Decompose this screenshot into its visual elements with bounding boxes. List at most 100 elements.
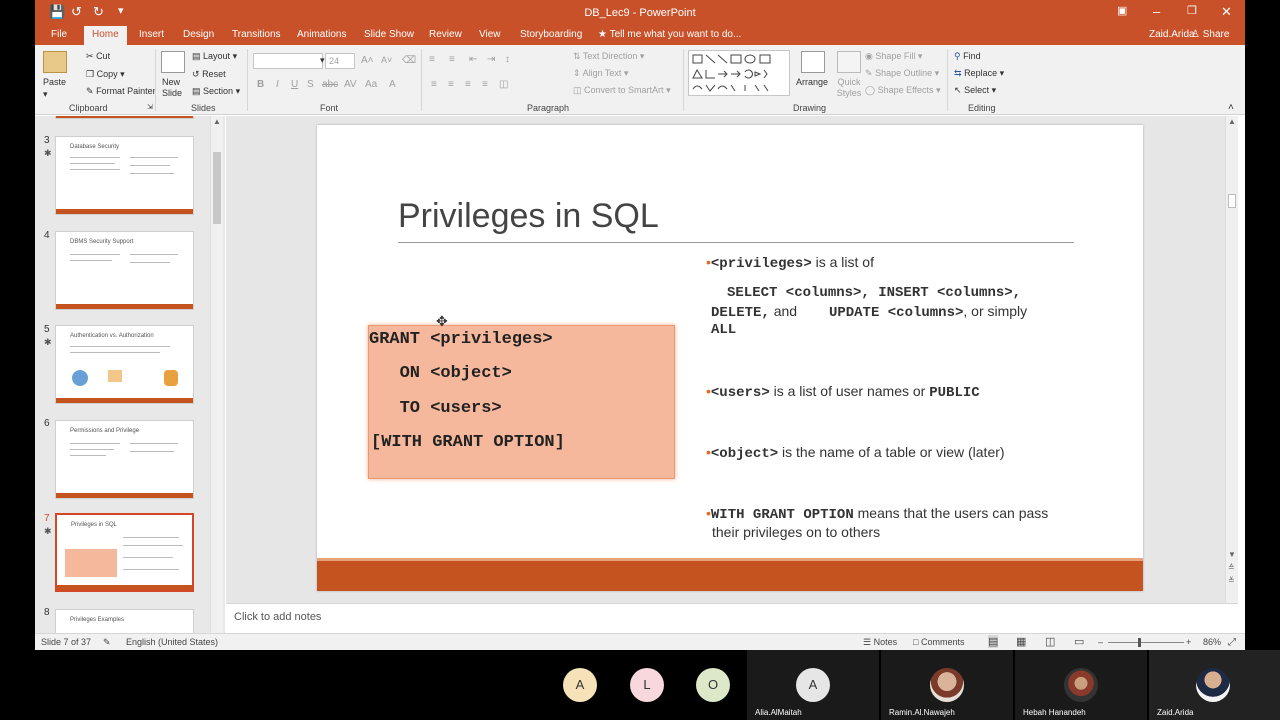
numbering-icon[interactable]: ≡ [449, 54, 455, 65]
paste-button[interactable]: Paste [43, 77, 66, 87]
share-button[interactable]: ♙ Share [1191, 29, 1229, 40]
participant-tile[interactable]: Hebah Hanandeh [1015, 650, 1147, 720]
fit-slide-icon[interactable]: ⤢ [1228, 637, 1236, 648]
align-center-icon[interactable]: ≡ [448, 79, 454, 90]
normal-view-icon[interactable]: ▤ [988, 635, 999, 648]
notes-toggle[interactable]: ☰ Notes [863, 637, 897, 648]
align-right-icon[interactable]: ≡ [465, 79, 471, 90]
tab-view[interactable]: View [479, 29, 501, 40]
arrange-icon[interactable] [801, 51, 825, 73]
find-button[interactable]: ⚲ Find [954, 51, 981, 62]
underline-icon[interactable]: U [291, 79, 298, 90]
tab-animations[interactable]: Animations [297, 29, 346, 40]
shape-outline-button[interactable]: ✎ Shape Outline ▾ [865, 68, 939, 79]
slide-thumbnail-5[interactable]: Authentication vs. Authorization [55, 325, 194, 404]
tab-storyboarding[interactable]: Storyboarding [520, 29, 582, 40]
collapse-ribbon-icon[interactable]: ˄ [1228, 102, 1234, 113]
zoom-slider-thumb[interactable] [1138, 638, 1141, 647]
participant-avatar[interactable]: A [563, 668, 597, 702]
cut-button[interactable]: ✂ Cut [86, 51, 110, 62]
new-slide-icon[interactable] [161, 51, 185, 73]
tab-insert[interactable]: Insert [139, 29, 164, 40]
text-direction-button[interactable]: ⇅ Text Direction ▾ [573, 51, 644, 62]
new-slide-button[interactable]: New Slide [162, 77, 192, 99]
section-button[interactable]: ▤ Section ▾ [192, 86, 240, 97]
tab-design[interactable]: Design [183, 29, 214, 40]
tab-home[interactable]: Home [84, 26, 127, 45]
align-text-button[interactable]: ⇕ Align Text ▾ [573, 68, 628, 79]
format-painter-button[interactable]: ✎ Format Painter [86, 86, 156, 97]
slide-sorter-icon[interactable]: ▦ [1016, 635, 1026, 648]
tab-slide-show[interactable]: Slide Show [364, 29, 414, 40]
slide-thumbnail-4[interactable]: DBMS Security Support [55, 231, 194, 310]
justify-icon[interactable]: ≡ [482, 79, 488, 90]
shape-effects-button[interactable]: ◯ Shape Effects ▾ [865, 85, 941, 96]
comments-toggle[interactable]: □ Comments [913, 637, 964, 647]
restore-icon[interactable]: ❐ [1187, 4, 1197, 17]
decrease-indent-icon[interactable]: ⇤ [469, 54, 477, 65]
paste-icon[interactable] [43, 51, 67, 73]
arrange-button[interactable]: Arrange [796, 77, 828, 87]
bold-icon[interactable]: B [257, 79, 264, 90]
align-left-icon[interactable]: ≡ [431, 79, 437, 90]
tab-file[interactable]: File [51, 29, 67, 40]
char-spacing-icon[interactable]: AV [344, 79, 357, 90]
zoom-in-icon[interactable]: + [1186, 637, 1191, 647]
slide-thumbnail-8[interactable]: Privileges Examples [55, 609, 194, 633]
copy-button[interactable]: ❐ Copy ▾ [86, 69, 125, 80]
minimize-icon[interactable]: – [1153, 4, 1160, 19]
zoom-slider[interactable] [1108, 642, 1184, 643]
scroll-down-icon[interactable]: ▼ [1228, 550, 1236, 559]
zoom-out-icon[interactable]: – [1098, 637, 1103, 647]
reset-button[interactable]: ↺ Reset [192, 69, 226, 80]
canvas-scrollbar[interactable]: ▲ ▼ ≙ ≚ [1225, 116, 1238, 603]
slide-thumbnail-6[interactable]: Permissions and Privilege [55, 420, 194, 499]
scrollbar-thumb[interactable] [213, 152, 221, 224]
previous-slide-icon[interactable]: ≙ [1228, 563, 1235, 572]
quick-styles-button[interactable]: Quick Styles [832, 77, 866, 99]
scrollbar-thumb[interactable] [1228, 194, 1236, 208]
line-spacing-icon[interactable]: ↕ [505, 54, 510, 65]
grow-font-icon[interactable]: A˄ [361, 55, 374, 66]
participant-avatar[interactable]: O [696, 668, 730, 702]
user-name[interactable]: Zaid.Arida [1149, 29, 1195, 40]
slide-title[interactable]: Privileges in SQL [398, 197, 659, 236]
close-icon[interactable]: ✕ [1221, 4, 1232, 20]
participant-tile[interactable]: A Alia.AlMaitah [747, 650, 879, 720]
strikethrough-icon[interactable]: abc [322, 79, 338, 90]
scroll-up-icon[interactable]: ▲ [213, 117, 221, 126]
select-button[interactable]: ↖ Select ▾ [954, 85, 996, 96]
next-slide-icon[interactable]: ≚ [1228, 576, 1235, 585]
clipboard-launcher-icon[interactable]: ⇲ [147, 103, 153, 111]
tell-me-search[interactable]: ★ Tell me what you want to do... [598, 29, 741, 40]
columns-icon[interactable]: ◫ [499, 79, 508, 90]
increase-indent-icon[interactable]: ⇥ [487, 54, 495, 65]
current-slide[interactable]: Privileges in SQL GRANT <privileges> ON … [317, 125, 1143, 591]
layout-button[interactable]: ▤ Layout ▾ [192, 51, 237, 62]
quick-styles-icon[interactable] [837, 51, 861, 73]
shadow-icon[interactable]: S [307, 79, 314, 90]
thumbnails-scrollbar[interactable]: ▲ [210, 116, 223, 633]
notes-pane[interactable]: Click to add notes [226, 603, 1238, 633]
participant-tile-active[interactable]: Zaid.Arida [1149, 650, 1280, 720]
italic-icon[interactable]: I [276, 79, 279, 90]
slide-thumbnail-3[interactable]: Database Security [55, 136, 194, 215]
scroll-up-icon[interactable]: ▲ [1228, 117, 1236, 126]
ribbon-display-icon[interactable]: ▣ [1117, 4, 1127, 17]
bullets-icon[interactable]: ≡ [429, 54, 435, 65]
replace-button[interactable]: ⇆ Replace ▾ [954, 68, 1004, 79]
tab-review[interactable]: Review [429, 29, 462, 40]
change-case-icon[interactable]: Aa [365, 79, 377, 90]
font-color-icon[interactable]: A [389, 79, 396, 90]
reading-view-icon[interactable]: ◫ [1045, 635, 1055, 648]
font-size-box[interactable]: 24 [325, 53, 355, 69]
participant-tile[interactable]: Ramin.Al.Nawajeh [881, 650, 1013, 720]
shapes-gallery[interactable] [688, 50, 790, 96]
font-name-dropdown-icon[interactable]: ▾ [320, 55, 325, 66]
tab-transitions[interactable]: Transitions [232, 29, 281, 40]
slide-thumbnail-2[interactable] [55, 116, 194, 119]
zoom-level[interactable]: 86% [1203, 637, 1221, 647]
language-status[interactable]: English (United States) [126, 637, 218, 647]
spellcheck-icon[interactable]: ✎ [103, 637, 111, 648]
convert-smartart-button[interactable]: ◫ Convert to SmartArt ▾ [573, 85, 671, 96]
